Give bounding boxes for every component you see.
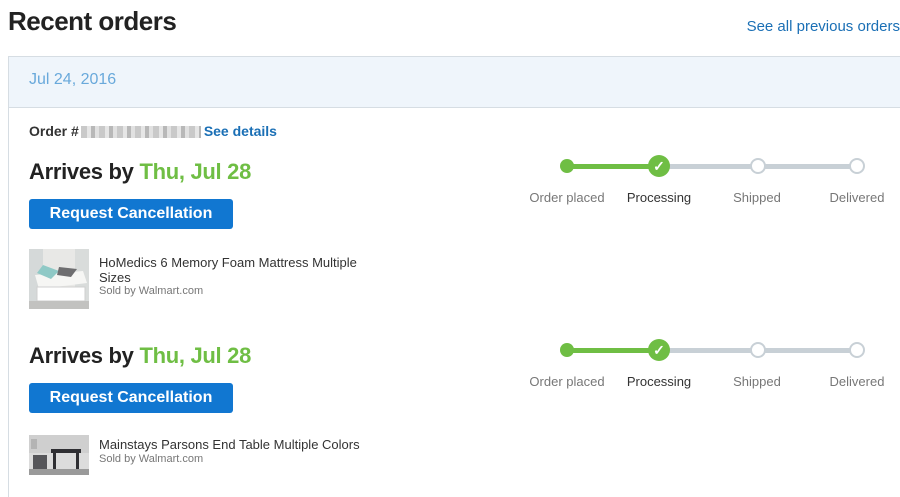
arrival-date: Thu, Jul 28 (139, 159, 252, 184)
product-thumbnail-mattress[interactable] (29, 249, 89, 309)
step-label-shipped: Shipped (733, 374, 781, 389)
order-card: Jul 24, 2016 Order # See details Arrives … (8, 56, 900, 497)
order-progress-tracker: ✓ Order placed Processing Shipped Delive… (519, 337, 899, 397)
arrival-heading: Arrives by Thu, Jul 28 (29, 343, 251, 369)
step-pending-dot (750, 158, 766, 174)
step-label-order-placed: Order placed (529, 190, 605, 205)
order-number-redacted (80, 126, 201, 139)
order-number-label: Order # (29, 123, 79, 139)
item-name[interactable]: Mainstays Parsons End Table Multiple Col… (99, 437, 379, 452)
sold-by: Sold by Walmart.com (99, 453, 204, 465)
step-label-delivered: Delivered (829, 190, 885, 205)
step-label-order-placed: Order placed (529, 374, 605, 389)
item-name[interactable]: HoMedics 6 Memory Foam Mattress Multiple… (99, 255, 379, 285)
step-label-processing: Processing (626, 190, 692, 205)
progress-segment-complete (565, 164, 649, 169)
request-cancellation-button[interactable]: Request Cancellation (29, 383, 233, 413)
step-complete-dot (560, 159, 574, 173)
progress-segment-complete (565, 348, 649, 353)
checkmark-icon: ✓ (648, 339, 670, 361)
request-cancellation-button[interactable]: Request Cancellation (29, 199, 233, 229)
see-details-link[interactable]: See details (204, 123, 277, 139)
order-date: Jul 24, 2016 (29, 71, 117, 88)
page-title: Recent orders (8, 6, 177, 36)
order-progress-tracker: ✓ Order placed Processing Shipped Delive… (519, 153, 899, 213)
step-label-processing: Processing (626, 374, 692, 389)
sold-by: Sold by Walmart.com (99, 285, 204, 297)
arrival-heading: Arrives by Thu, Jul 28 (29, 159, 251, 185)
checkmark-icon: ✓ (648, 155, 670, 177)
arrival-date: Thu, Jul 28 (139, 343, 252, 368)
order-number-line: Order # See details (29, 123, 277, 139)
step-pending-dot (849, 158, 865, 174)
step-label-shipped: Shipped (733, 190, 781, 205)
step-label-delivered: Delivered (829, 374, 885, 389)
step-complete-dot (560, 343, 574, 357)
step-pending-dot (750, 342, 766, 358)
product-thumbnail-end-table[interactable] (29, 435, 89, 475)
order-card-header: Jul 24, 2016 (9, 57, 900, 108)
step-pending-dot (849, 342, 865, 358)
arrives-prefix: Arrives by (29, 343, 140, 368)
see-all-orders-link[interactable]: See all previous orders (747, 18, 900, 35)
arrives-prefix: Arrives by (29, 159, 140, 184)
